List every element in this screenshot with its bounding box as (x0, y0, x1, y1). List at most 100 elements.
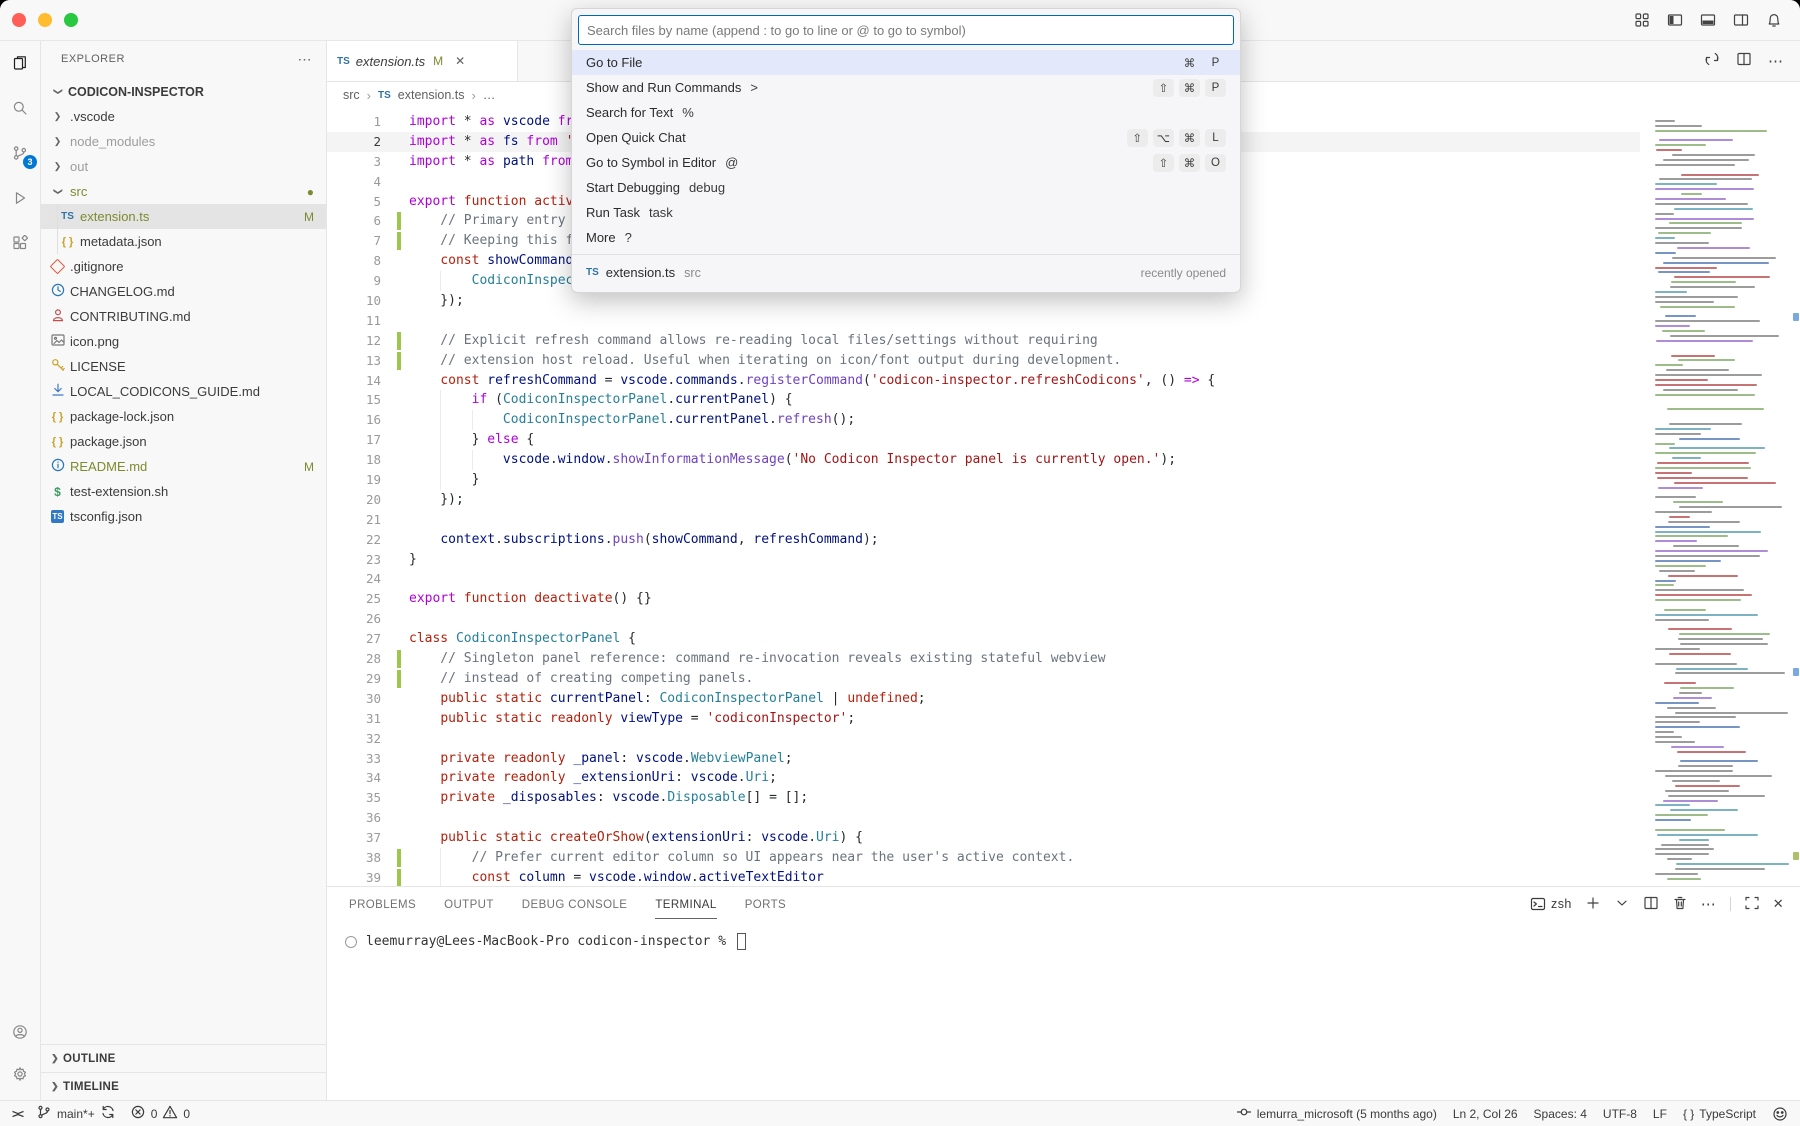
feedback-smiley-icon[interactable] (1772, 1106, 1788, 1122)
minimap-line (1664, 609, 1706, 611)
more-actions-icon[interactable]: ⋯ (1701, 895, 1717, 913)
recent-file-row[interactable]: TS extension.ts src recently opened (572, 259, 1240, 286)
problems-status[interactable]: 0 0 (130, 1104, 190, 1123)
activity-run-debug-icon[interactable] (8, 186, 32, 210)
quick-open-item-go-to-file[interactable]: Go to File⌘P (572, 50, 1240, 75)
cursor-position-status[interactable]: Ln 2, Col 26 (1453, 1107, 1518, 1121)
quick-open-item-open-quick-chat[interactable]: Open Quick Chat⇧⌥⌘L (572, 125, 1240, 150)
tree-item-local-codicons-guide-md[interactable]: LOCAL_CODICONS_GUIDE.md (41, 379, 326, 404)
minimap-line (1655, 731, 1674, 733)
tree-item-license[interactable]: LICENSE (41, 354, 326, 379)
keycap: ⇧ (1153, 154, 1174, 172)
quick-open-item-search-for-text[interactable]: Search for Text% (572, 100, 1240, 125)
language-status[interactable]: { } TypeScript (1683, 1107, 1756, 1121)
tree-item-codicon-inspector[interactable]: ❯CODICON-INSPECTOR (41, 79, 326, 104)
activity-extensions-icon[interactable] (8, 231, 32, 255)
tree-item-test-extension-sh[interactable]: $test-extension.sh (41, 479, 326, 504)
minimap-line (1655, 702, 1699, 704)
activity-search-icon[interactable] (8, 96, 32, 120)
open-changes-icon[interactable] (1704, 51, 1720, 72)
bell-icon[interactable] (1766, 12, 1782, 28)
panel-left-icon[interactable] (1667, 12, 1683, 28)
tree-item-extension-ts[interactable]: TSextension.tsM (41, 204, 326, 229)
code-line: 31 public static readonly viewType = 'co… (327, 709, 1640, 729)
panel-tab-ports[interactable]: PORTS (745, 890, 786, 919)
tree-item-tsconfig-json[interactable]: TStsconfig.json (41, 504, 326, 529)
trash-icon[interactable] (1672, 895, 1688, 914)
tree-item-node-modules[interactable]: ❯node_modules (41, 129, 326, 154)
quick-open-item-show-and-run-commands[interactable]: Show and Run Commands>⇧⌘P (572, 75, 1240, 100)
quick-open-item-run-task[interactable]: Run Tasktask (572, 200, 1240, 225)
tree-item-src[interactable]: ❯src● (41, 179, 326, 204)
close-window-button[interactable] (12, 13, 26, 27)
minimap[interactable] (1653, 110, 1790, 886)
quick-open-item-label: Start Debugging (586, 180, 680, 195)
terminal[interactable]: leemurray@Lees-MacBook-Pro codicon-inspe… (327, 921, 1800, 950)
breadcrumb-src[interactable]: src (343, 88, 360, 102)
remote-indicator-icon[interactable]: >< (12, 1107, 22, 1121)
overview-ruler[interactable] (1791, 108, 1800, 886)
split-editor-icon[interactable] (1736, 51, 1752, 72)
outline-section[interactable]: ❯ OUTLINE (41, 1044, 326, 1072)
indent-guide (440, 868, 441, 886)
panel-tab-debug-console[interactable]: DEBUG CONSOLE (522, 890, 628, 919)
plus-icon[interactable] (1585, 895, 1601, 914)
activity-settings-gear-icon[interactable] (8, 1062, 32, 1086)
minimap-line (1658, 271, 1710, 273)
tab-label: extension.ts (356, 54, 425, 69)
tree-item--vscode[interactable]: ❯.vscode (41, 104, 326, 129)
activity-files-icon[interactable] (8, 51, 32, 75)
activity-source-control-icon[interactable]: 3 (8, 141, 32, 165)
quick-open-item-more[interactable]: More? (572, 225, 1240, 250)
panel-tab-problems[interactable]: PROBLEMS (349, 890, 416, 919)
minimap-line (1676, 863, 1788, 865)
activity-account-icon[interactable] (8, 1020, 32, 1044)
quick-open-input[interactable]: Search files by name (append : to go to … (578, 15, 1234, 45)
tree-item-package-json[interactable]: { }package.json (41, 429, 326, 454)
more-actions-icon[interactable]: ⋯ (1768, 52, 1784, 71)
close-tab-icon[interactable]: ✕ (455, 54, 465, 68)
breadcrumb-symbol[interactable]: … (483, 88, 496, 102)
tab-extension-ts[interactable]: TS extension.ts M ✕ (327, 41, 518, 81)
quick-open-item-start-debugging[interactable]: Start Debuggingdebug (572, 175, 1240, 200)
line-number: 29 (327, 669, 381, 689)
panel-tab-output[interactable]: OUTPUT (444, 890, 494, 919)
quick-open-item-go-to-symbol-in-editor[interactable]: Go to Symbol in Editor@⇧⌘O (572, 150, 1240, 175)
minimap-line (1659, 139, 1733, 141)
timeline-section[interactable]: ❯ TIMELINE (41, 1072, 326, 1100)
panel-bottom-icon[interactable] (1700, 12, 1716, 28)
blame-status[interactable]: lemurra_microsoft (5 months ago) (1236, 1104, 1437, 1123)
tree-item-readme-md[interactable]: README.mdM (41, 454, 326, 479)
minimap-line (1655, 125, 1702, 127)
json-icon: { } (49, 436, 66, 448)
eol-status[interactable]: LF (1653, 1107, 1667, 1121)
tree-item--gitignore[interactable]: .gitignore (41, 254, 326, 279)
chevron-down-icon[interactable] (1614, 895, 1630, 914)
layout-icon[interactable] (1634, 12, 1650, 28)
minimap-line (1655, 237, 1675, 239)
tree-item-package-lock-json[interactable]: { }package-lock.json (41, 404, 326, 429)
breadcrumb-file[interactable]: extension.ts (398, 88, 465, 102)
tree-item-changelog-md[interactable]: CHANGELOG.md (41, 279, 326, 304)
panel-tab-terminal[interactable]: TERMINAL (655, 890, 716, 919)
git-branch-status[interactable]: main*+ (36, 1104, 116, 1123)
line-number: 38 (327, 848, 381, 868)
zoom-window-button[interactable] (64, 13, 78, 27)
terminal-instance-zsh[interactable]: zsh (1530, 896, 1572, 912)
panel-right-icon[interactable] (1733, 12, 1749, 28)
tree-item-icon-png[interactable]: icon.png (41, 329, 326, 354)
explorer-more-actions-icon[interactable]: ⋯ (298, 51, 313, 68)
indentation-status[interactable]: Spaces: 4 (1534, 1107, 1587, 1121)
minimize-window-button[interactable] (38, 13, 52, 27)
tree-item-out[interactable]: ❯out (41, 154, 326, 179)
tree-item-metadata-json[interactable]: { }metadata.json (41, 229, 326, 254)
minimap-line (1674, 208, 1752, 210)
line-number: 31 (327, 709, 381, 729)
maximize-panel-icon[interactable] (1744, 895, 1760, 914)
tree-item-contributing-md[interactable]: CONTRIBUTING.md (41, 304, 326, 329)
tree-item-label: .gitignore (70, 259, 123, 274)
split-terminal-icon[interactable] (1643, 895, 1659, 914)
minimap-line (1679, 633, 1770, 635)
encoding-status[interactable]: UTF-8 (1603, 1107, 1637, 1121)
close-icon[interactable]: ✕ (1773, 896, 1784, 912)
